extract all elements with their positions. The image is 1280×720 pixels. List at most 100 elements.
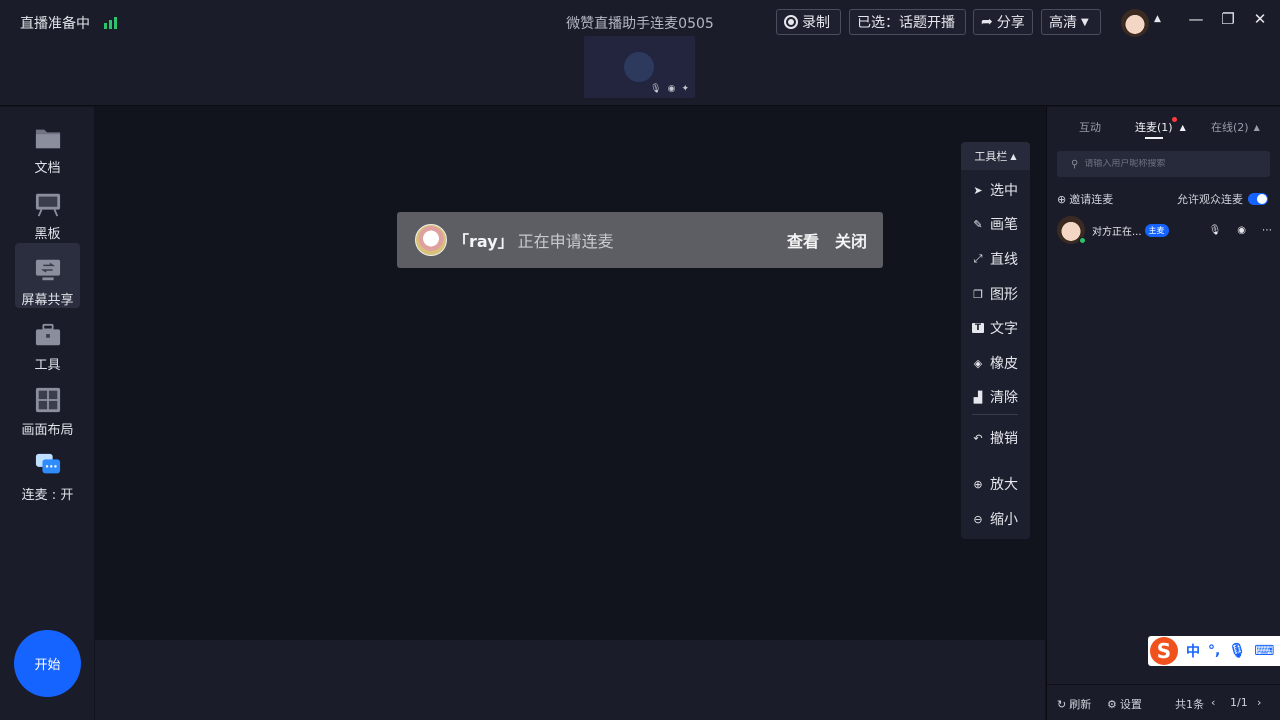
- sidebar-item-blackboard[interactable]: 黑板: [15, 177, 80, 242]
- tool-zoom-out[interactable]: ⊖ 缩小: [972, 509, 1018, 529]
- page-indicator: 1/1: [1230, 696, 1248, 709]
- cursor-icon: ➤: [973, 183, 983, 197]
- right-panel: 互动 连麦(1) ▲ 在线(2) ▲ ⚲ ⊕ 邀请连麦 允许观众连麦 对方正在.…: [1046, 107, 1280, 720]
- caret-up-icon: ▲: [1010, 151, 1017, 161]
- tool-label: 清除: [990, 390, 1018, 406]
- view-button[interactable]: 查看: [787, 228, 819, 252]
- tool-label: 文字: [990, 321, 1018, 337]
- sidebar-item-label: 工具: [34, 358, 61, 373]
- tool-pen[interactable]: ✎ 画笔: [972, 214, 1018, 234]
- eraser-icon: ◈: [973, 356, 983, 370]
- tab-co-host[interactable]: 连麦(1) ▲: [1135, 117, 1186, 139]
- top-bar: 直播准备中 微赞直播助手连麦0505 🎙 ◉ ✦ 录制 已选：话题开播 ➦ 分享…: [0, 0, 1280, 106]
- refresh-button[interactable]: ↻ 刷新: [1057, 696, 1091, 712]
- sidebar-item-label: 屏幕共享: [21, 293, 74, 308]
- microphone-icon[interactable]: 🎙: [1209, 225, 1222, 236]
- pen-icon: ✎: [973, 217, 983, 231]
- quality-label: 高清: [1049, 15, 1077, 31]
- layout-icon: [35, 387, 60, 413]
- bottom-strip: [95, 640, 1045, 720]
- tool-select[interactable]: ➤ 选中: [972, 180, 1018, 200]
- requester-name: 「ray」: [453, 232, 514, 251]
- sidebar-item-documents[interactable]: 文档: [15, 111, 80, 176]
- co-host-request-notification: 「ray」 正在申请连麦 查看 关闭: [397, 212, 883, 268]
- invite-label: 邀请连麦: [1069, 193, 1114, 206]
- share-label: 分享: [996, 15, 1025, 31]
- settings-button[interactable]: ⚙ 设置: [1107, 696, 1142, 712]
- record-button[interactable]: 录制: [776, 9, 841, 35]
- minimize-icon[interactable]: —: [1186, 10, 1206, 28]
- more-icon[interactable]: ⋯: [1262, 225, 1272, 236]
- topic-button[interactable]: 已选：话题开播: [849, 9, 966, 35]
- input-method-bar[interactable]: S 中 °, 🎙 ⌨: [1148, 636, 1280, 666]
- tab-interact[interactable]: 互动: [1079, 119, 1101, 135]
- share-button[interactable]: ➦ 分享: [973, 9, 1033, 35]
- blackboard-icon: [35, 193, 60, 217]
- line-icon: ⤢: [973, 252, 983, 265]
- keyboard-icon[interactable]: ⌨: [1254, 643, 1274, 659]
- chat-bubble-icon: [35, 453, 60, 474]
- whiteboard-canvas[interactable]: [95, 107, 1045, 640]
- caret-up-icon[interactable]: ▲: [1154, 14, 1161, 24]
- tool-label: 选中: [990, 183, 1018, 199]
- tool-label: 画笔: [990, 217, 1018, 233]
- add-icon: ⊕: [1057, 192, 1067, 206]
- tool-line[interactable]: ⤢ 直线: [972, 249, 1018, 269]
- allow-co-host-toggle[interactable]: [1248, 193, 1268, 205]
- close-button[interactable]: 关闭: [835, 228, 867, 252]
- panel-tabs: 互动 连麦(1) ▲ 在线(2) ▲: [1047, 117, 1280, 141]
- restore-icon[interactable]: ❐: [1218, 10, 1238, 28]
- tool-label: 撤销: [990, 431, 1018, 447]
- tab-online[interactable]: 在线(2) ▲: [1211, 119, 1260, 135]
- close-icon[interactable]: ✕: [1250, 10, 1270, 28]
- caret-up-icon: ▲: [1179, 122, 1186, 132]
- search-input[interactable]: [1084, 159, 1255, 169]
- sidebar-item-layout[interactable]: 画面布局: [15, 373, 80, 438]
- start-button[interactable]: 开始: [14, 630, 81, 697]
- camera-icon[interactable]: ◉: [668, 84, 676, 94]
- sidebar-item-co-host[interactable]: 连麦 : 开: [15, 438, 80, 503]
- pin-icon[interactable]: ✦: [681, 84, 689, 94]
- record-label: 录制: [802, 15, 830, 31]
- ime-language[interactable]: 中: [1186, 641, 1200, 661]
- tool-shape[interactable]: ❐ 图形: [972, 284, 1018, 304]
- microphone-icon[interactable]: 🎙: [1228, 643, 1246, 659]
- tool-undo[interactable]: ↶ 撤销: [972, 428, 1018, 448]
- toolbar-header[interactable]: 工具栏 ▲: [961, 142, 1030, 170]
- camera-preview[interactable]: 🎙 ◉ ✦: [584, 36, 695, 98]
- tool-eraser[interactable]: ◈ 橡皮: [972, 353, 1018, 373]
- sidebar-item-screen-share[interactable]: 屏幕共享: [15, 243, 80, 308]
- prev-page-icon[interactable]: ‹: [1211, 696, 1215, 709]
- next-page-icon[interactable]: ›: [1257, 696, 1261, 709]
- tool-text[interactable]: T 文字: [972, 318, 1018, 338]
- panel-footer: ↻ 刷新 ⚙ 设置 共1条 ‹ 1/1 ›: [1047, 684, 1280, 720]
- preview-avatar: [624, 52, 654, 82]
- undo-icon: ↶: [973, 431, 983, 445]
- record-icon: [784, 15, 798, 29]
- settings-label: 设置: [1119, 698, 1142, 711]
- share-icon: ➦: [981, 14, 993, 30]
- text-icon: T: [972, 323, 984, 333]
- tab-label: 互动: [1079, 121, 1101, 134]
- topic-label: 已选：话题开播: [857, 15, 955, 31]
- user-search[interactable]: ⚲: [1057, 151, 1270, 177]
- online-indicator: [1079, 237, 1086, 244]
- sidebar-item-tools[interactable]: 工具: [15, 308, 80, 373]
- camera-icon[interactable]: ◉: [1237, 225, 1246, 236]
- quality-select[interactable]: 高清 ▼: [1041, 9, 1101, 35]
- tab-underline: [1145, 137, 1163, 139]
- user-avatar[interactable]: [1121, 9, 1149, 37]
- invite-co-host-button[interactable]: ⊕ 邀请连麦: [1057, 191, 1113, 207]
- allow-co-host-setting: 允许观众连麦: [1177, 191, 1268, 207]
- left-sidebar: 文档 黑板 屏幕共享 工具 画面布局 连麦: 开 开始: [0, 107, 94, 720]
- requester-avatar: [415, 224, 447, 256]
- notification-dot: [1172, 117, 1177, 122]
- tool-clear[interactable]: ▟ 清除: [972, 387, 1018, 407]
- tool-label: 橡皮: [990, 356, 1018, 372]
- list-item: 对方正在... 主麦 🎙 ◉ ⋯: [1057, 215, 1272, 245]
- tool-zoom-in[interactable]: ⊕ 放大: [972, 474, 1018, 494]
- clear-icon: ▟: [973, 390, 983, 404]
- tool-label: 缩小: [990, 512, 1018, 528]
- microphone-icon[interactable]: 🎙: [650, 84, 661, 94]
- ime-punctuation[interactable]: °,: [1208, 643, 1220, 659]
